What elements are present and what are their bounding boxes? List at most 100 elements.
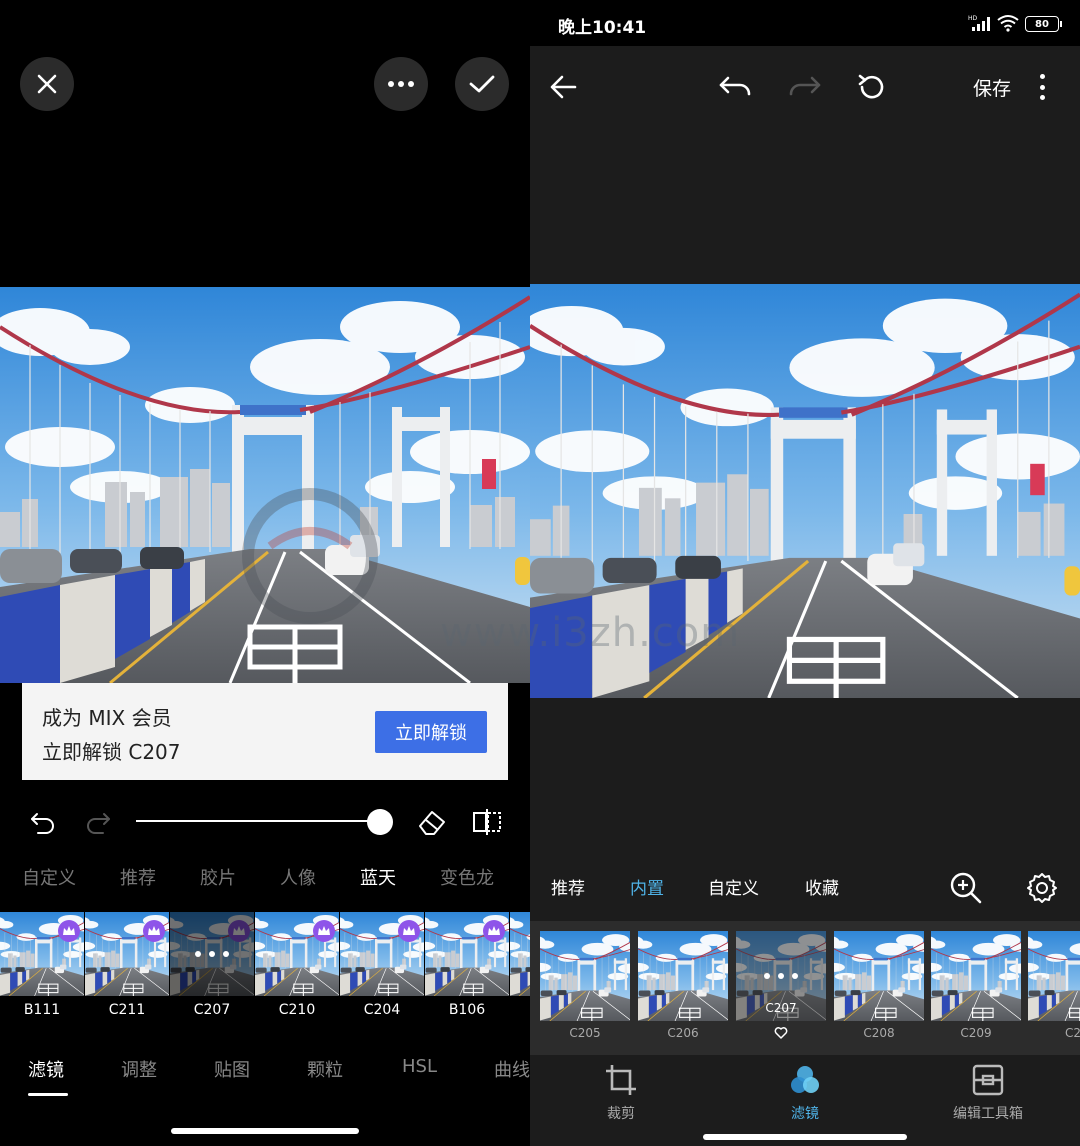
overflow-menu-icon[interactable] [1037,74,1047,100]
filter-label: C211 [108,1002,146,1018]
check-icon [469,75,495,93]
status-time: 晚上10:41 [558,18,647,38]
undo-icon[interactable] [28,806,58,836]
filter-thumb-c208[interactable]: C208 [834,931,924,1051]
tool-toolbox[interactable]: 编辑工具箱 [928,1063,1048,1123]
active-tab-indicator [28,1093,68,1096]
redo-icon[interactable] [788,72,822,102]
reset-icon[interactable] [856,71,888,103]
filter-thumb-c209[interactable]: C209 [931,931,1021,1051]
confirm-button[interactable] [455,57,509,111]
status-bar: 晚上10:41 HD 80 [530,0,1080,46]
tool-filter[interactable]: 滤镜 [745,1063,865,1123]
category-film[interactable]: 胶片 [200,864,236,890]
home-indicator[interactable] [703,1134,907,1140]
filter-thumb-c207[interactable]: C207 [736,931,826,1051]
filter-category-bar: 推荐 内置 自定义 收藏 [530,874,1080,904]
intensity-slider-thumb[interactable] [367,809,393,835]
crown-icon [58,920,80,942]
filter-thumb-partial[interactable] [510,912,530,1026]
tab-adjust[interactable]: 调整 [121,1056,157,1082]
battery-indicator: 80 [1025,16,1062,32]
category-chameleon[interactable]: 变色龙 [440,864,494,890]
filter-thumb-image [638,931,728,1021]
zoom-in-icon[interactable] [949,871,983,905]
wifi-icon [997,15,1019,32]
filter-thumb-image [834,931,924,1021]
filter-thumb-b106[interactable]: B106 [425,912,509,1026]
photo-preview[interactable] [530,284,1080,698]
filter-thumb-image [1028,931,1080,1021]
category-custom[interactable]: 自定义 [22,864,76,890]
membership-promo: 成为 MIX 会员 立即解锁 C207 立即解锁 [22,683,508,780]
filter-label: C209 [960,1026,992,1040]
filter-thumb-b111[interactable]: B111 [0,912,84,1026]
crown-icon [398,920,420,942]
unlock-button[interactable]: 立即解锁 [375,711,487,753]
right-screen: 晚上10:41 HD 80 保存 推荐 内置 自定义 收藏 C205 C206 … [530,0,1080,1146]
tab-grain[interactable]: 颗粒 [307,1056,343,1082]
filter-thumb-c206[interactable]: C206 [638,931,728,1051]
filter-label: C206 [667,1026,699,1040]
redo-icon[interactable] [83,806,113,836]
category-blue-sky[interactable]: 蓝天 [360,864,396,890]
favorite-heart-icon[interactable] [774,1026,788,1040]
tab-filter[interactable]: 滤镜 [28,1056,64,1082]
category-portrait[interactable]: 人像 [280,864,316,890]
selected-options-icon[interactable] [170,912,254,996]
photo-preview[interactable] [0,287,530,683]
toolbox-icon [972,1064,1004,1096]
tool-label: 滤镜 [791,1106,819,1122]
tab-sticker[interactable]: 贴图 [214,1056,250,1082]
category-recommend[interactable]: 推荐 [551,874,585,899]
filter-thumb-partial[interactable]: C2 [1028,931,1080,1051]
bottom-tool-bar: 裁剪 滤镜 编辑工具箱 [530,1055,1080,1146]
filter-label: B106 [448,1002,486,1018]
close-icon [37,74,57,94]
intensity-slider-track[interactable] [136,820,380,822]
crown-icon [143,920,165,942]
filter-thumb-c207[interactable]: C207 [170,912,254,1026]
tab-hsl[interactable]: HSL [402,1056,437,1077]
home-indicator[interactable] [171,1128,359,1134]
filter-category-bar: 自定义 推荐 胶片 人像 蓝天 变色龙 [0,864,530,894]
back-arrow-icon[interactable] [548,72,578,102]
promo-line-1: 成为 MIX 会员 [42,706,172,730]
filter-label: C2 [1064,1026,1080,1040]
filter-icon [791,1066,819,1093]
eraser-icon[interactable] [416,806,448,838]
left-screen: 成为 MIX 会员 立即解锁 C207 立即解锁 自定义 推荐 胶片 人像 蓝天… [0,0,530,1146]
signal-icon: HD [968,15,990,31]
filter-thumb-c211[interactable]: C211 [85,912,169,1026]
category-recommend[interactable]: 推荐 [120,864,156,890]
tool-label: 裁剪 [607,1106,635,1122]
filter-label: C207 [765,1001,797,1015]
filter-label: B111 [23,1002,61,1018]
crop-icon [606,1065,636,1095]
undo-icon[interactable] [718,72,752,102]
promo-text: 成为 MIX 会员 立即解锁 C207 [42,701,181,769]
save-button[interactable]: 保存 [973,74,1011,101]
filter-thumb-image [931,931,1021,1021]
filter-label: C204 [363,1002,401,1018]
editor-tab-bar: 滤镜 调整 贴图 颗粒 HSL 曲线 [0,1056,530,1096]
filter-label: C210 [278,1002,316,1018]
promo-line-2: 立即解锁 C207 [42,740,181,764]
more-button[interactable] [374,57,428,111]
close-button[interactable] [20,57,74,111]
category-favorites[interactable]: 收藏 [805,874,839,899]
filter-thumb-c205[interactable]: C205 [540,931,630,1051]
tab-curves[interactable]: 曲线 [494,1056,530,1082]
crown-icon [483,920,505,942]
filter-thumb-image [510,912,530,996]
filter-strip: C205 C206 C207 C208 C209 C2 [530,921,1080,1055]
category-builtin[interactable]: 内置 [630,874,664,899]
category-custom[interactable]: 自定义 [708,874,759,899]
compare-icon[interactable] [471,806,503,838]
filter-thumb-c210[interactable]: C210 [255,912,339,1026]
tool-crop[interactable]: 裁剪 [561,1063,681,1123]
settings-gear-icon[interactable] [1025,871,1059,905]
filter-thumb-c204[interactable]: C204 [340,912,424,1026]
filter-thumb-image [540,931,630,1021]
svg-text:HD: HD [968,15,978,22]
